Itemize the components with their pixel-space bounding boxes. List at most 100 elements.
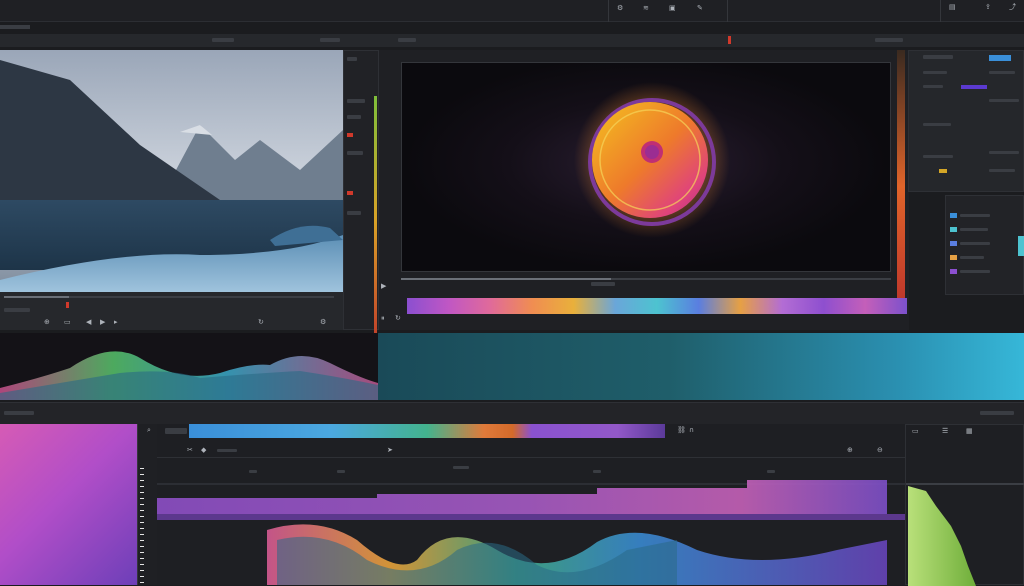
top-toolbar: ⚙ ≋ ▣ ✎ ▤ ⇪ ⤴ — [0, 0, 1024, 29]
workspace-tab[interactable] — [875, 38, 903, 42]
scissors-icon[interactable]: ✂ — [187, 446, 193, 454]
source-monitor-image — [0, 50, 343, 292]
param-label — [923, 71, 947, 74]
play-icon[interactable]: ▶ — [100, 318, 105, 326]
folder-icon[interactable]: ▭ — [912, 427, 919, 435]
effects-tab[interactable] — [398, 38, 416, 42]
panel-tab-active[interactable] — [989, 55, 1011, 61]
effect-controls-panel — [908, 50, 1024, 192]
bin-item[interactable] — [950, 266, 990, 276]
param-label — [923, 85, 943, 88]
program-level-meter — [897, 50, 905, 298]
timeline-overview-strip[interactable] — [189, 424, 665, 438]
top-right-toolbar: ▤ ⇪ ⤴ — [940, 0, 1024, 22]
color-preview — [0, 424, 137, 585]
loop-icon[interactable]: ↻ — [395, 314, 401, 322]
zoom-icon[interactable]: ⊕ — [44, 318, 50, 326]
grid-icon[interactable]: ▦ — [966, 427, 973, 435]
timeline-panel: ⌕ ⛓ ∩ ✂ ◆ ➤ ⊕ ⊖ — [147, 424, 905, 585]
spectrum-waveform — [0, 333, 378, 400]
loop-icon[interactable]: ↻ — [258, 318, 264, 326]
equalizer-icon[interactable]: ≋ — [643, 4, 649, 12]
ruler-mark — [337, 470, 345, 473]
timeline-ruler — [157, 460, 905, 480]
record-indicator[interactable] — [347, 191, 353, 195]
vertical-ruler — [137, 424, 157, 585]
source-tab[interactable] — [212, 38, 234, 42]
tool-item[interactable] — [347, 57, 357, 61]
record-indicator[interactable] — [347, 133, 353, 137]
timeline-label — [4, 411, 34, 415]
ruler-mark — [249, 470, 257, 473]
scope-gradient — [378, 333, 1024, 400]
bin-item[interactable] — [950, 224, 988, 234]
tools-strip — [343, 50, 379, 346]
program-scrubber[interactable] — [401, 278, 891, 280]
layers-icon[interactable]: ▤ — [949, 3, 956, 11]
param-label — [923, 123, 951, 126]
playhead-marker[interactable] — [728, 36, 731, 44]
program-tab[interactable] — [320, 38, 340, 42]
level-histogram — [908, 486, 976, 586]
ruler-scale — [140, 468, 144, 585]
param-value[interactable] — [989, 169, 1015, 172]
marker-icon[interactable]: ◆ — [201, 446, 206, 454]
play-icon[interactable]: ▶ — [381, 282, 386, 290]
share-icon[interactable]: ⤴ — [1009, 3, 1016, 11]
ruler-mark — [593, 470, 601, 473]
project-bin-panel — [945, 195, 1024, 295]
sequence-name[interactable] — [165, 428, 187, 434]
timeline-header — [0, 402, 1024, 424]
param-value[interactable] — [989, 151, 1019, 154]
source-scrubber[interactable] — [4, 296, 334, 298]
bin-scroll-accent[interactable] — [1018, 236, 1024, 256]
panel-title — [923, 55, 953, 59]
program-color-strip[interactable] — [407, 298, 907, 314]
param-value[interactable] — [989, 71, 1015, 74]
clip-thumb — [950, 268, 957, 274]
toolbar-icon-group: ⚙ ≋ ▣ ✎ — [608, 0, 728, 22]
mixer-divider — [906, 483, 1024, 485]
gear-icon[interactable]: ⚙ — [617, 4, 623, 12]
tool-item[interactable] — [347, 99, 365, 103]
zoom-out-icon[interactable]: ⊖ — [877, 446, 883, 454]
brush-icon[interactable]: ✎ — [697, 4, 703, 12]
link-icon[interactable]: ⛓ — [677, 426, 686, 434]
bin-item[interactable] — [950, 210, 990, 220]
step-back-icon[interactable]: ◀ — [86, 318, 91, 326]
source-timecode — [4, 308, 30, 312]
list-icon[interactable]: ☰ — [942, 427, 948, 435]
clip-thumb — [950, 212, 957, 218]
bin-item[interactable] — [950, 252, 984, 262]
timeline-toolbar: ✂ ◆ ➤ ⊕ ⊖ — [157, 442, 905, 458]
pause-icon[interactable]: ⏸ — [381, 314, 385, 322]
program-timecode — [591, 282, 615, 286]
param-value-highlight[interactable] — [961, 85, 987, 89]
source-monitor — [0, 50, 343, 292]
export-icon[interactable]: ⇪ — [985, 3, 991, 11]
fit-icon[interactable]: ▭ — [64, 318, 71, 326]
workspace-bar — [0, 34, 1024, 47]
tool-item[interactable] — [347, 151, 363, 155]
source-in-marker[interactable] — [66, 302, 69, 308]
keyframe-indicator[interactable] — [939, 169, 947, 173]
search-icon[interactable]: ⌕ — [147, 426, 151, 434]
zoom-in-icon[interactable]: ⊕ — [847, 446, 853, 454]
step-forward-icon[interactable]: ▸ — [114, 318, 118, 326]
settings-icon[interactable]: ⚙ — [320, 318, 326, 326]
bin-item[interactable] — [950, 238, 990, 248]
window-caption — [0, 25, 30, 29]
tool-item[interactable] — [347, 115, 361, 119]
cursor-icon[interactable]: ➤ — [387, 446, 393, 454]
clip-thumb — [950, 226, 957, 232]
source-monitor-controls: ⊕ ▭ ◀ ▶ ▸ ↻ ⚙ — [0, 292, 343, 330]
param-label — [923, 155, 953, 158]
magnet-icon[interactable]: ∩ — [689, 426, 694, 434]
track-label — [217, 449, 237, 452]
param-value[interactable] — [989, 99, 1019, 102]
ruler-mark — [767, 470, 775, 473]
audio-meter — [374, 96, 377, 346]
frame-icon[interactable]: ▣ — [669, 4, 676, 12]
clip-thumb — [950, 240, 957, 246]
tool-item[interactable] — [347, 211, 361, 215]
